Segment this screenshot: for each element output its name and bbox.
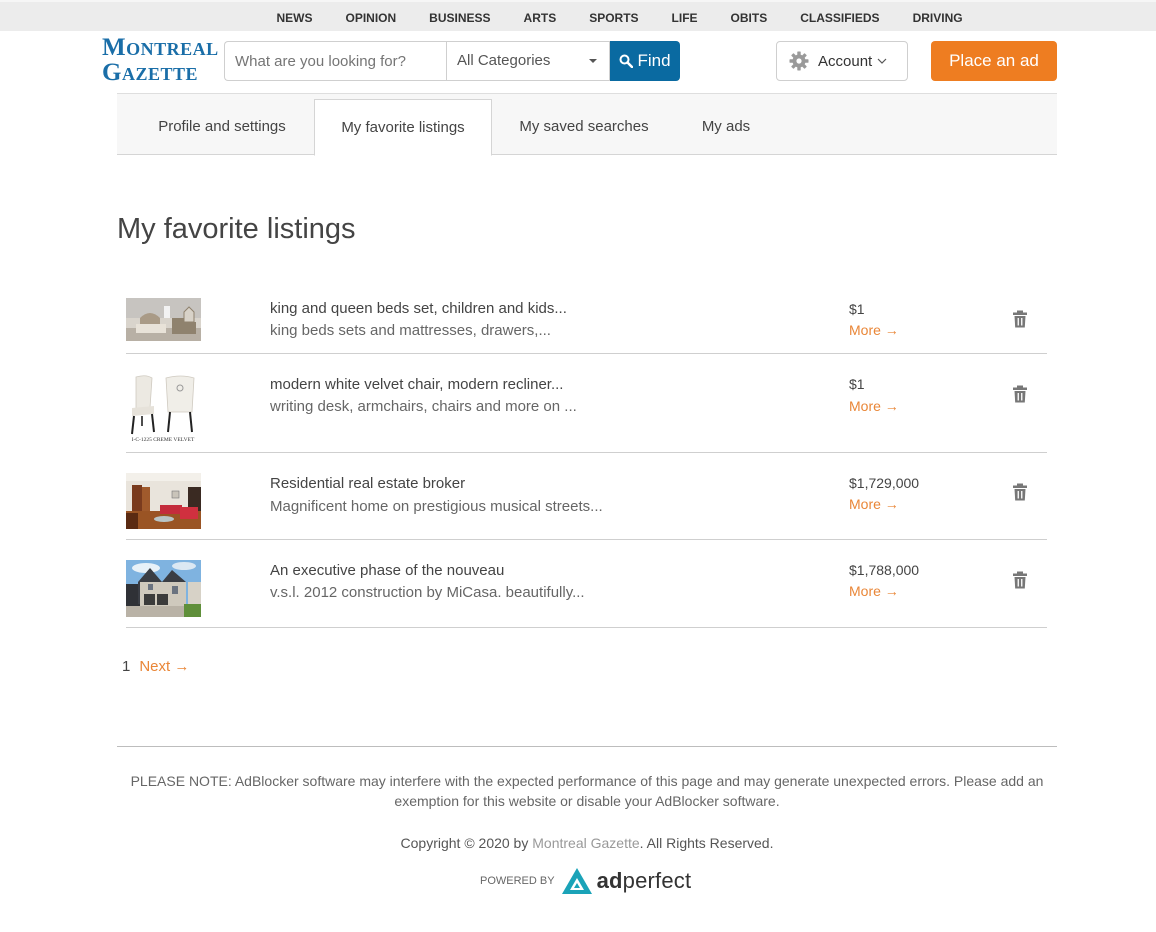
search-bar: All Categories Find (224, 41, 680, 81)
page-title: My favorite listings (117, 213, 356, 245)
footer-divider (117, 746, 1057, 747)
listing-title[interactable]: An executive phase of the nouveau (270, 562, 504, 579)
caret-down-icon (589, 59, 597, 63)
favorite-listings: king and queen beds set, children and ki… (126, 286, 1047, 628)
copyright-brand-link[interactable]: Montreal Gazette (532, 835, 639, 851)
copyright-suffix: . All Rights Reserved. (639, 835, 774, 851)
powered-by-label: POWERED BY (480, 875, 555, 887)
thumbnail-caption: I-C-1225 CREME VELVET (132, 437, 195, 443)
find-label: Find (637, 51, 671, 70)
listing-row: king and queen beds set, children and ki… (126, 286, 1047, 354)
nav-driving[interactable]: DRIVING (896, 11, 979, 25)
trash-icon[interactable] (1012, 385, 1028, 403)
listing-more-link[interactable]: More → (849, 322, 899, 338)
listing-row: I-C-1225 CREME VELVET modern white velve… (126, 354, 1047, 453)
listing-price: $1,729,000 (849, 475, 920, 491)
nav-classifieds[interactable]: CLASSIFIEDS (784, 11, 896, 25)
search-input[interactable] (224, 41, 446, 81)
tab-favorite-listings[interactable]: My favorite listings (314, 99, 492, 156)
nav-news[interactable]: NEWS (260, 11, 329, 25)
listing-description: v.s.l. 2012 construction by MiCasa. beau… (270, 584, 585, 601)
bedroom-set-thumbnail[interactable] (126, 298, 201, 341)
adperfect-wordmark: adperfect (597, 868, 692, 894)
listing-row: An executive phase of the nouveau v.s.l.… (126, 540, 1047, 628)
category-select[interactable]: All Categories (446, 41, 610, 81)
nav-opinion[interactable]: OPINION (329, 11, 413, 25)
house-exterior-thumbnail[interactable] (126, 560, 201, 617)
copyright-prefix: Copyright © 2020 by (400, 835, 533, 851)
listing-more-link[interactable]: More → (849, 496, 899, 512)
listing-more-link[interactable]: More → (849, 583, 899, 599)
logo-line-1: MONTREAL (102, 34, 219, 61)
listing-title[interactable]: king and queen beds set, children and ki… (270, 300, 567, 317)
account-tabs: Profile and settings My favorite listing… (117, 93, 1057, 156)
nav-life[interactable]: LIFE (655, 11, 714, 25)
listing-title[interactable]: modern white velvet chair, modern reclin… (270, 376, 563, 393)
trash-icon[interactable] (1012, 483, 1028, 501)
pagination: 1 Next → (122, 658, 189, 675)
listing-price: $1 (849, 301, 865, 317)
nav-business[interactable]: BUSINESS (413, 11, 507, 25)
montreal-gazette-logo[interactable]: MONTREAL GAZETTE (102, 34, 219, 86)
logo-line-2: GAZETTE (102, 59, 198, 86)
nav-obits[interactable]: OBITS (714, 11, 784, 25)
tab-profile-settings[interactable]: Profile and settings (117, 94, 327, 155)
listing-title[interactable]: Residential real estate broker (270, 475, 465, 492)
adperfect-bold: ad (596, 868, 623, 893)
chevron-down-icon (877, 58, 887, 64)
place-ad-button[interactable]: Place an ad (931, 41, 1057, 81)
velvet-chairs-thumbnail[interactable]: I-C-1225 CREME VELVET (126, 374, 201, 444)
listing-row: Residential real estate broker Magnifice… (126, 453, 1047, 540)
copyright: Copyright © 2020 by Montreal Gazette. Al… (117, 835, 1057, 851)
listing-more-link[interactable]: More → (849, 398, 899, 414)
tab-my-ads[interactable]: My ads (682, 94, 770, 155)
nav-sports[interactable]: SPORTS (573, 11, 655, 25)
listing-description: king beds sets and mattresses, drawers,.… (270, 322, 551, 339)
listing-price: $1,788,000 (849, 562, 920, 578)
powered-by-adperfect[interactable]: POWERED BY adperfect (480, 866, 691, 896)
trash-icon[interactable] (1012, 571, 1028, 589)
search-icon (619, 54, 634, 68)
listing-price: $1 (849, 376, 865, 392)
listing-description: writing desk, armchairs, chairs and more… (270, 398, 577, 415)
top-navigation: NEWS OPINION BUSINESS ARTS SPORTS LIFE O… (0, 0, 1156, 31)
account-menu-button[interactable]: Account (776, 41, 908, 81)
account-label: Account (818, 52, 873, 70)
find-button[interactable]: Find (610, 41, 680, 81)
category-selected-value: All Categories (457, 52, 551, 69)
trash-icon[interactable] (1012, 310, 1028, 328)
living-room-thumbnail[interactable] (126, 473, 201, 529)
adperfect-rest: perfect (622, 868, 692, 893)
nav-arts[interactable]: ARTS (507, 11, 573, 25)
next-page-link[interactable]: Next → (139, 658, 189, 675)
gear-icon (789, 51, 809, 71)
listing-description: Magnificent home on prestigious musical … (270, 498, 603, 515)
tab-saved-searches[interactable]: My saved searches (502, 94, 666, 155)
current-page-number: 1 (122, 658, 131, 675)
adblocker-note: PLEASE NOTE: AdBlocker software may inte… (130, 773, 1044, 809)
adperfect-logo-icon (561, 868, 592, 894)
